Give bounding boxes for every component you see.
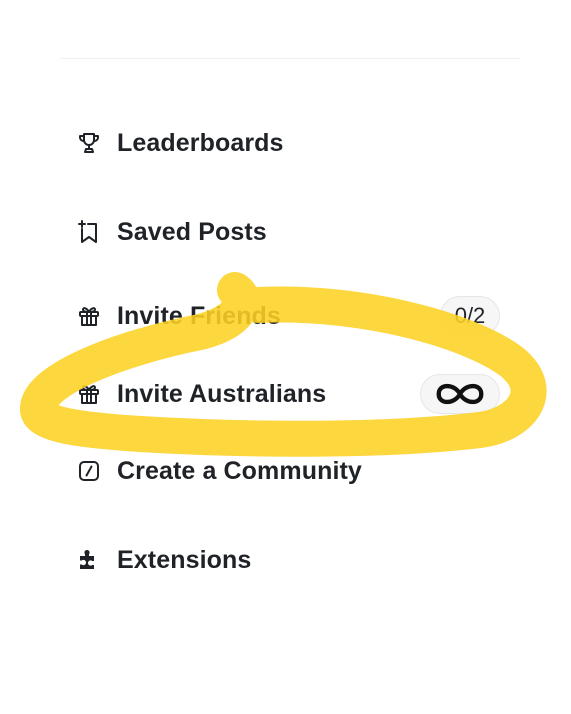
menu-item-label: Invite Friends xyxy=(117,301,281,330)
menu-item-label: Invite Australians xyxy=(117,379,327,408)
menu-item-leaderboards[interactable]: Leaderboards xyxy=(76,121,506,165)
menu-item-saved-posts[interactable]: Saved Posts xyxy=(76,210,506,254)
sidebar-menu: Leaderboards Saved Posts Invite Friends xyxy=(0,0,571,714)
menu-item-label: Saved Posts xyxy=(117,217,267,246)
trophy-icon xyxy=(76,130,102,156)
gift-icon xyxy=(76,303,102,329)
menu-item-label: Create a Community xyxy=(117,456,362,485)
puzzle-icon xyxy=(76,547,102,573)
gift-icon xyxy=(76,381,102,407)
menu-item-extensions[interactable]: Extensions xyxy=(76,538,506,582)
menu-item-create-community[interactable]: Create a Community xyxy=(76,449,506,493)
menu-item-label: Leaderboards xyxy=(117,128,284,157)
menu-item-label: Extensions xyxy=(117,545,252,574)
slash-square-icon xyxy=(76,458,102,484)
invite-count-badge: 0/2 xyxy=(440,296,500,336)
unlimited-badge xyxy=(420,374,500,414)
menu-item-invite-australians[interactable]: Invite Australians xyxy=(76,372,506,416)
menu-item-invite-friends[interactable]: Invite Friends 0/2 xyxy=(76,294,506,338)
infinity-icon xyxy=(436,383,484,405)
bookmark-add-icon xyxy=(76,219,102,245)
